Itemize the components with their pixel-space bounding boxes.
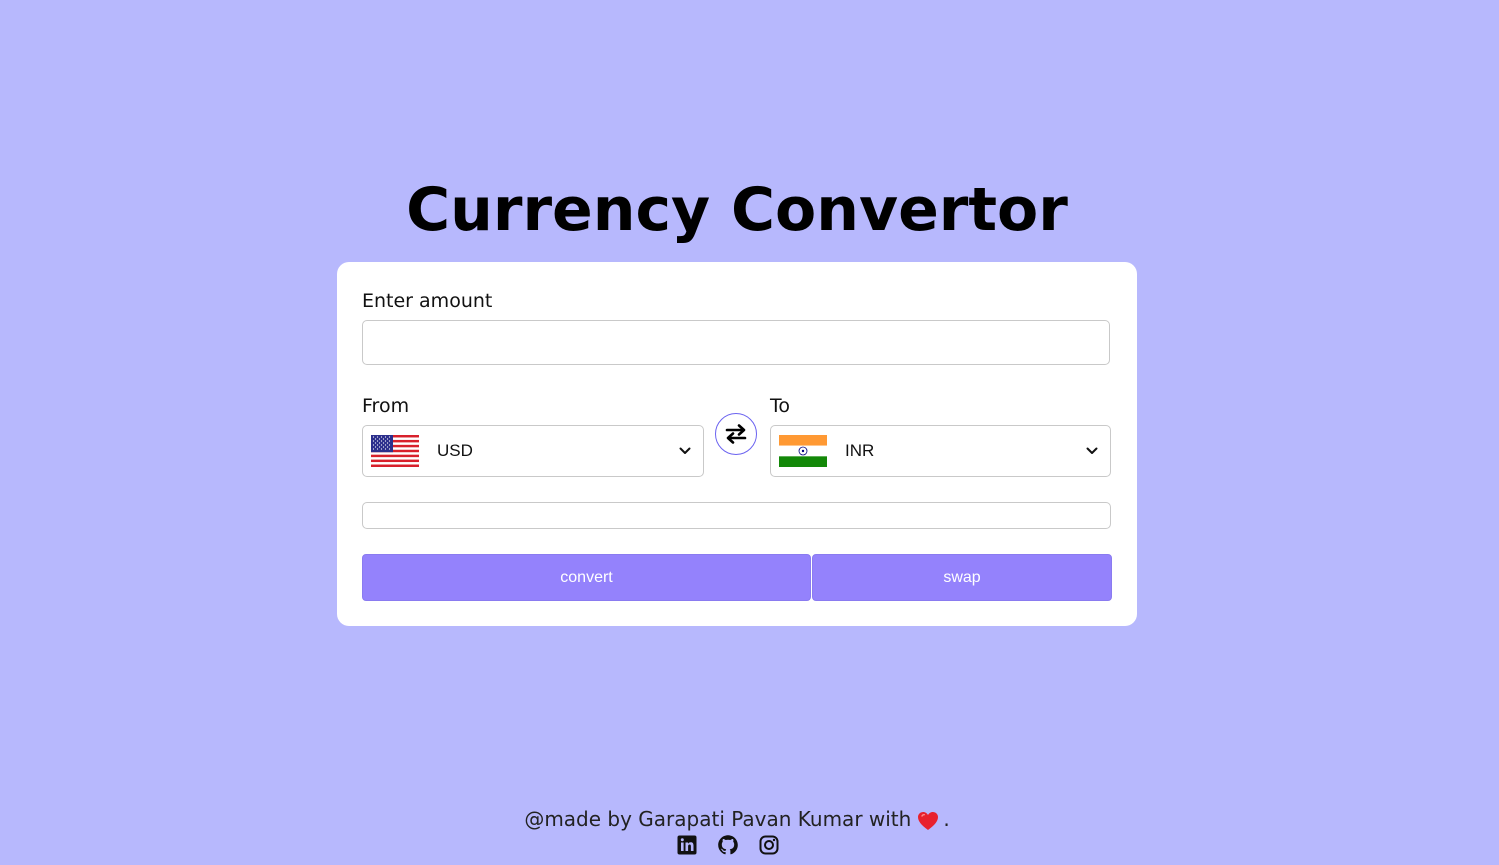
- to-currency-select[interactable]: INR: [770, 425, 1111, 477]
- footer-text: @made by Garapati Pavan Kumar with: [524, 807, 912, 831]
- footer-credit: @made by Garapati Pavan Kumar with .: [0, 805, 1474, 833]
- convert-button[interactable]: convert: [362, 554, 811, 601]
- from-label: From: [362, 395, 410, 417]
- swap-button[interactable]: swap: [812, 554, 1112, 601]
- linkedin-icon[interactable]: [676, 834, 698, 856]
- amount-input[interactable]: [362, 320, 1110, 365]
- result-field: [362, 502, 1111, 529]
- page-title: Currency Convertor: [406, 175, 1068, 245]
- social-links: [676, 834, 780, 858]
- converter-card: Enter amount From USD To INR convert swa…: [337, 262, 1137, 626]
- currency-converter-page: Currency Convertor Enter amount From USD…: [0, 0, 1499, 865]
- to-currency-value: INR: [845, 441, 875, 460]
- footer-period: .: [943, 807, 950, 831]
- us-flag-icon: [371, 435, 419, 467]
- to-label: To: [770, 395, 791, 417]
- from-currency-select[interactable]: USD: [362, 425, 704, 477]
- india-flag-icon: [779, 435, 827, 467]
- from-currency-value: USD: [437, 441, 473, 460]
- amount-label: Enter amount: [362, 290, 493, 312]
- swap-icon-button[interactable]: [715, 413, 757, 455]
- github-icon[interactable]: [717, 834, 739, 856]
- chevron-down-icon: [1086, 447, 1098, 454]
- swap-arrows-icon: [725, 424, 747, 444]
- instagram-icon[interactable]: [758, 834, 780, 856]
- chevron-down-icon: [679, 447, 691, 454]
- heart-icon: [918, 811, 939, 830]
